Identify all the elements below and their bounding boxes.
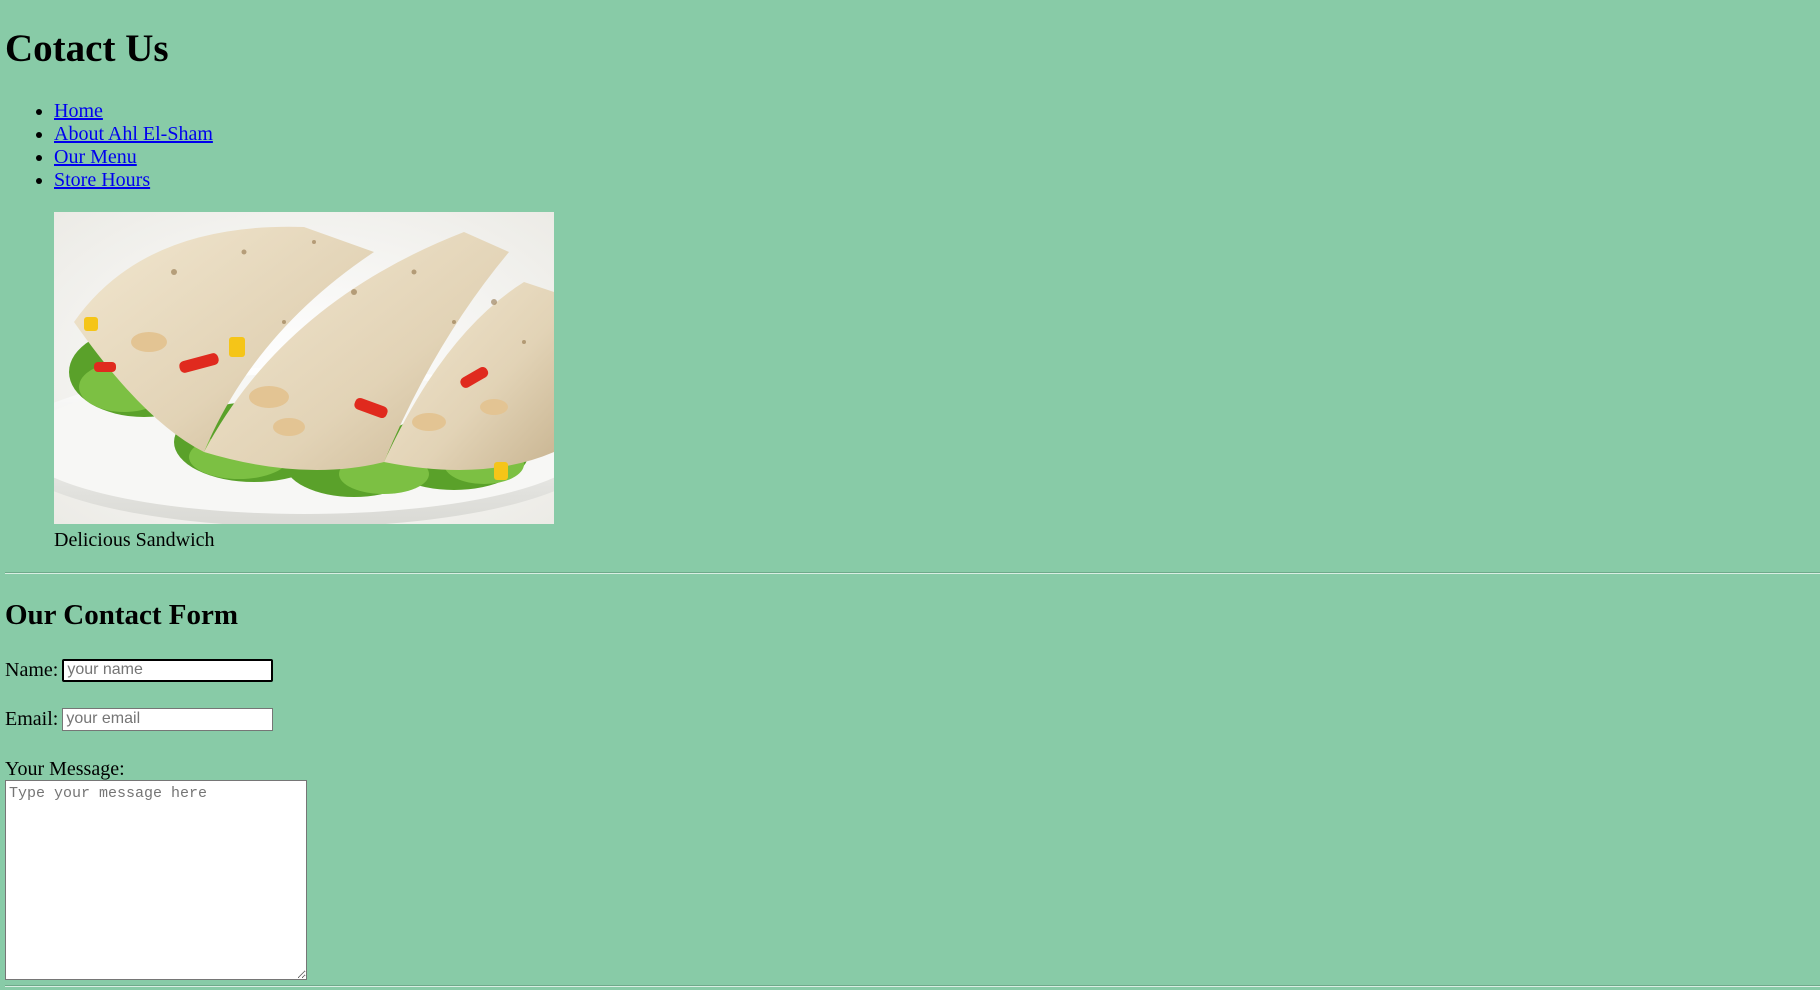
nav-item-about: About Ahl El-Sham (54, 123, 213, 146)
name-row: Name: (5, 658, 274, 682)
nav-list: Home About Ahl El-Sham Our Menu Store Ho… (5, 100, 213, 192)
nav-link-about[interactable]: About Ahl El-Sham (54, 123, 213, 145)
nav-item-menu: Our Menu (54, 146, 213, 169)
message-row: Your Message: (5, 757, 125, 781)
email-input[interactable] (62, 707, 274, 731)
section-divider (5, 572, 1820, 574)
message-textarea[interactable] (5, 780, 307, 980)
nav-item-hours: Store Hours (54, 169, 213, 192)
nav-link-menu[interactable]: Our Menu (54, 146, 137, 168)
contact-form-heading: Our Contact Form (5, 599, 239, 631)
email-label: Email: (5, 707, 59, 730)
bottom-divider (5, 985, 1820, 987)
sandwich-image (54, 212, 554, 524)
nav-link-home[interactable]: Home (54, 100, 103, 122)
sandwich-caption: Delicious Sandwich (54, 529, 215, 551)
page-title: Cotact Us (5, 27, 169, 70)
name-label: Name: (5, 658, 59, 681)
nav-item-home: Home (54, 100, 213, 123)
name-input[interactable] (62, 658, 274, 682)
email-row: Email: (5, 707, 274, 731)
sandwich-figure: Delicious Sandwich (54, 212, 554, 552)
message-label: Your Message: (5, 757, 125, 780)
nav-link-hours[interactable]: Store Hours (54, 169, 150, 191)
